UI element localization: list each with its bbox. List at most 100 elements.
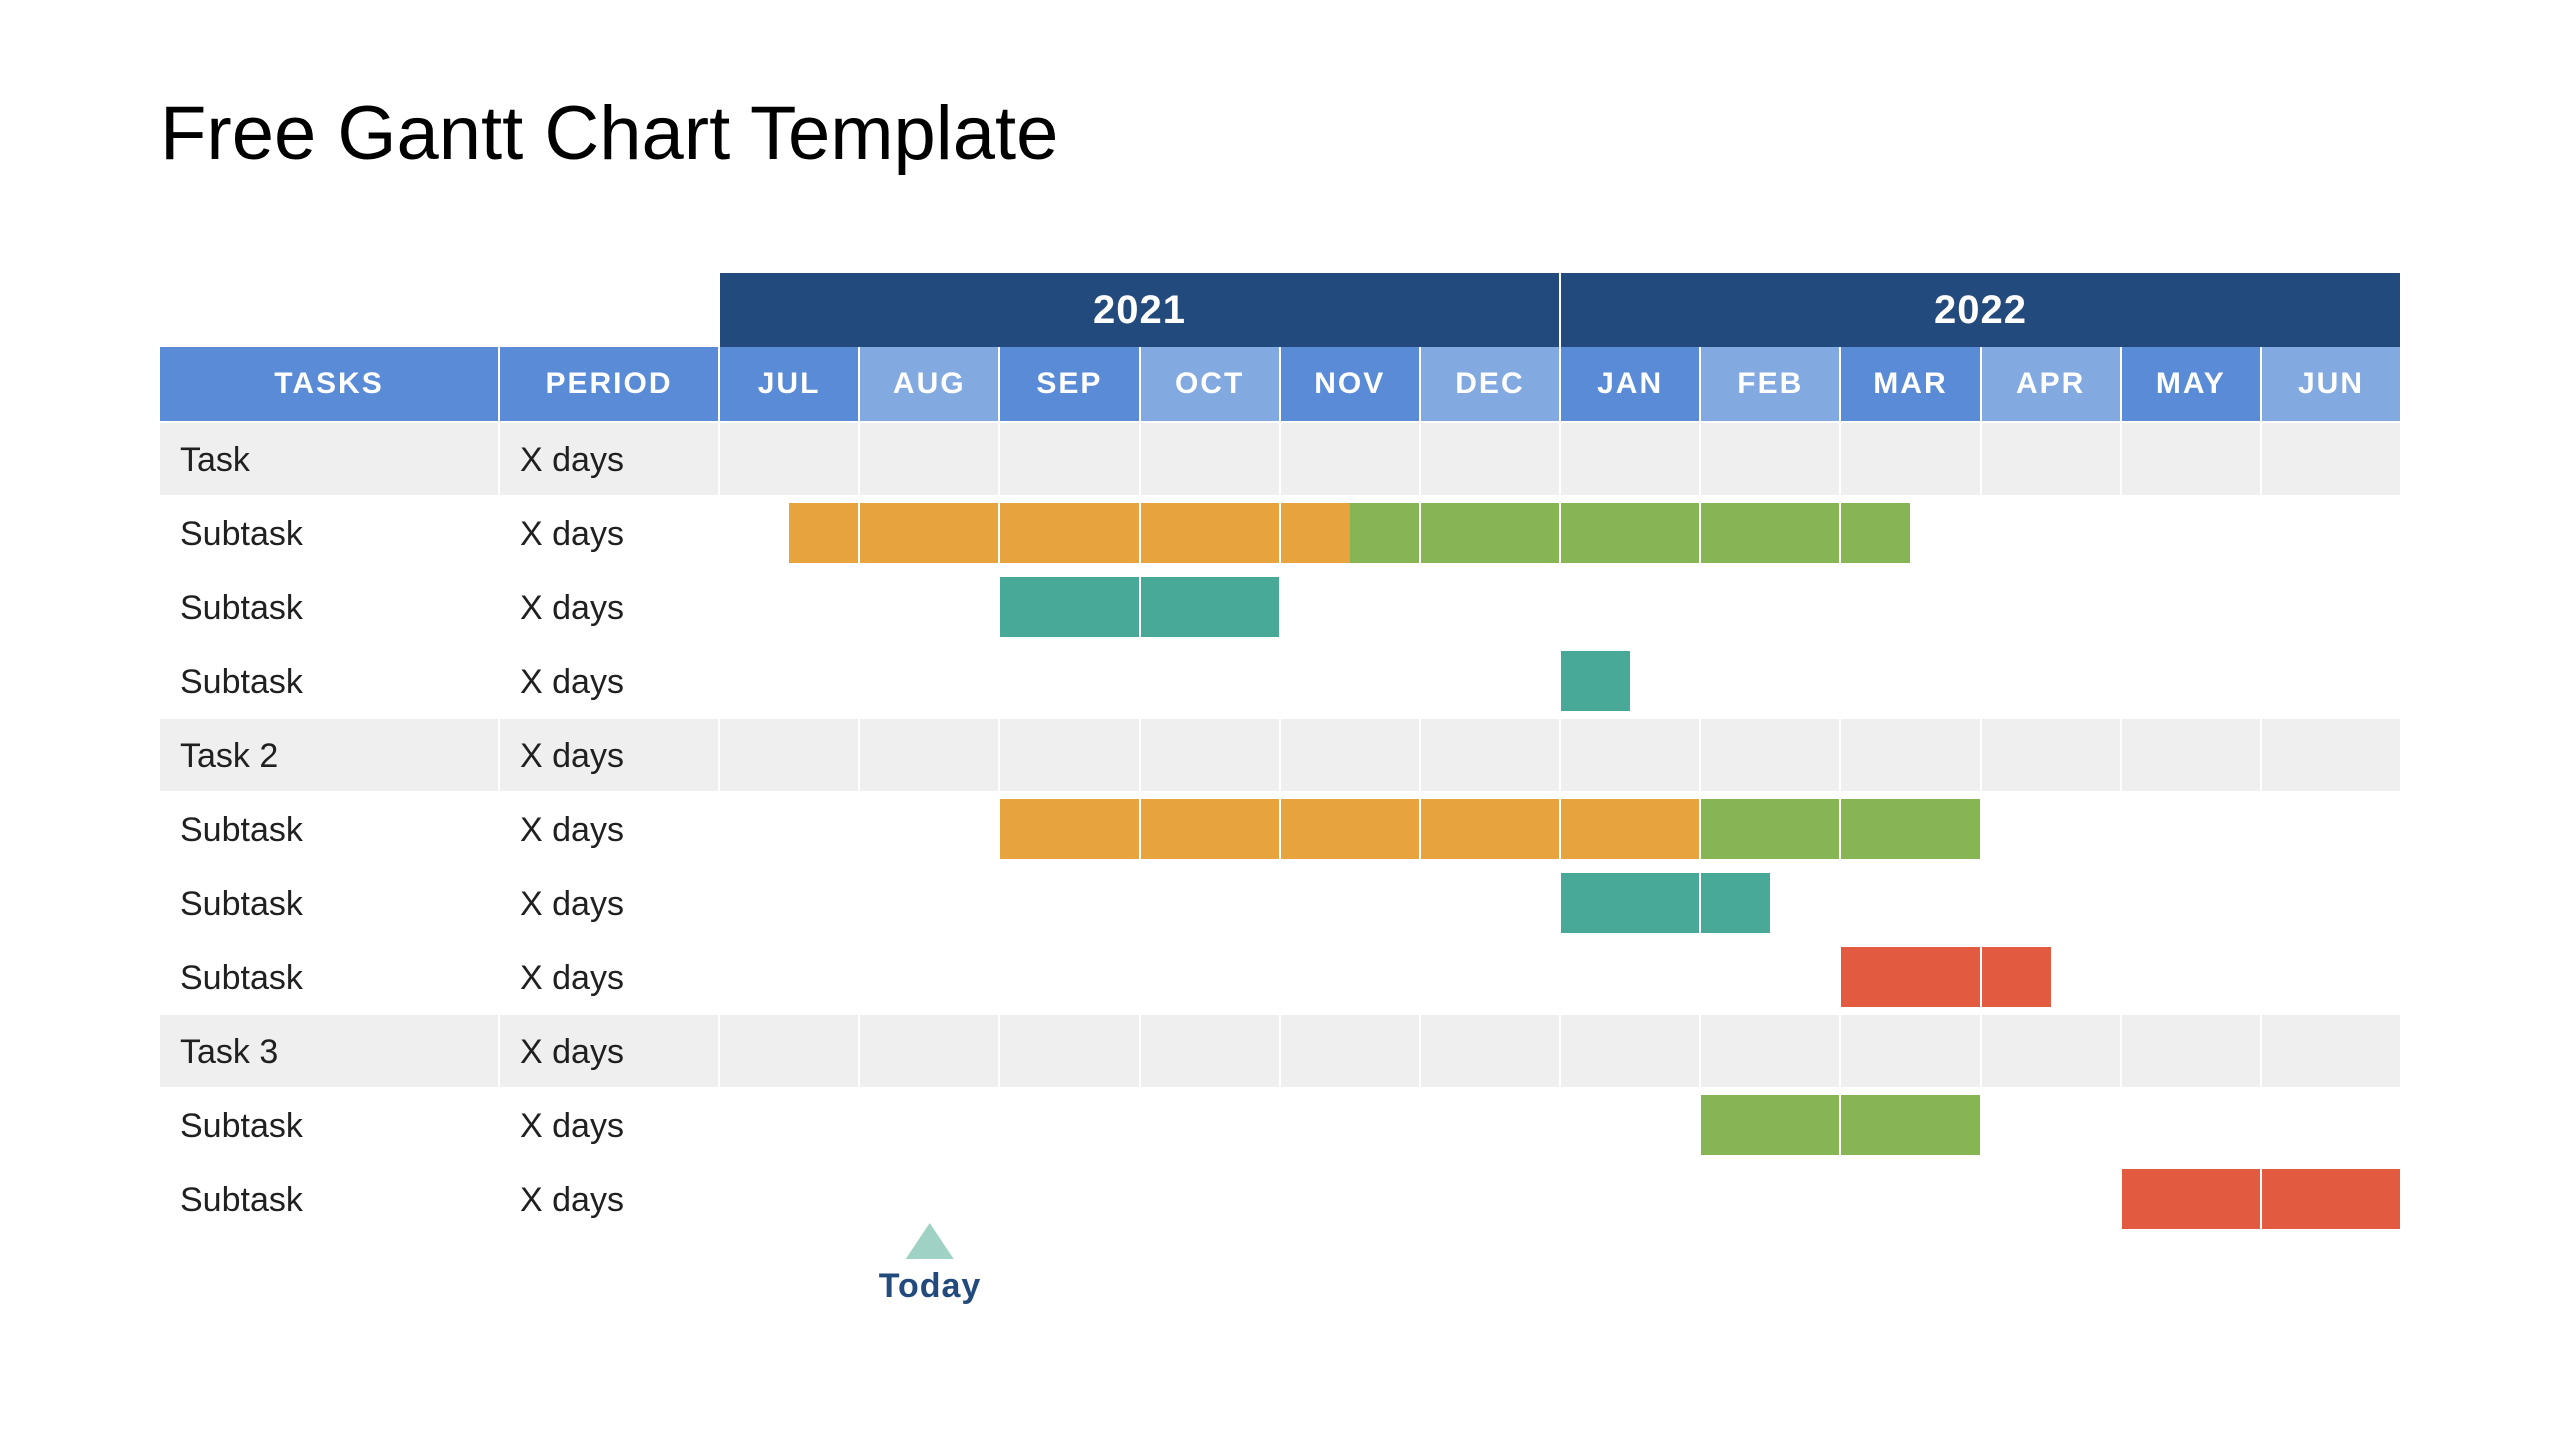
gantt-bar xyxy=(1561,651,1630,711)
task-group-row: Task 3X days xyxy=(160,1013,2400,1087)
period-label: X days xyxy=(500,421,720,495)
gantt-cell xyxy=(860,791,1000,865)
gantt-cell xyxy=(1701,421,1841,495)
gantt-cell xyxy=(1281,939,1421,1013)
gantt-cell xyxy=(1841,643,1981,717)
gantt-cell xyxy=(1561,1087,1701,1161)
gantt-cell xyxy=(2122,1087,2262,1161)
gantt-cell xyxy=(2122,1161,2262,1235)
gantt-cell xyxy=(1141,717,1281,791)
task-group-row: TaskX days xyxy=(160,421,2400,495)
gantt-bar xyxy=(2122,1169,2260,1229)
gantt-cell xyxy=(1982,939,2122,1013)
gantt-cell xyxy=(2262,421,2400,495)
task-label: Subtask xyxy=(160,791,500,865)
gantt-cell xyxy=(1141,569,1281,643)
period-label: X days xyxy=(500,717,720,791)
gantt-cell xyxy=(2122,495,2262,569)
header-spacer xyxy=(160,273,720,347)
gantt-cell xyxy=(1421,717,1561,791)
task-label: Subtask xyxy=(160,569,500,643)
gantt-cell xyxy=(1701,643,1841,717)
gantt-cell xyxy=(1841,1161,1981,1235)
gantt-cell xyxy=(2122,717,2262,791)
gantt-cell xyxy=(1141,865,1281,939)
gantt-cell xyxy=(2262,495,2400,569)
gantt-cell xyxy=(1281,1161,1421,1235)
gantt-cell xyxy=(1561,865,1701,939)
gantt-bar xyxy=(1982,947,2051,1007)
gantt-cell xyxy=(1421,1161,1561,1235)
subtask-row: SubtaskX days xyxy=(160,643,2400,717)
gantt-bar xyxy=(1561,873,1699,933)
gantt-cell xyxy=(2122,791,2262,865)
period-label: X days xyxy=(500,643,720,717)
gantt-bar xyxy=(1000,799,1138,859)
gantt-cell xyxy=(1841,865,1981,939)
period-label: X days xyxy=(500,569,720,643)
gantt-bar xyxy=(1561,503,1699,563)
gantt-bar xyxy=(1841,1095,1979,1155)
gantt-cell xyxy=(720,421,860,495)
gantt-cell xyxy=(1561,939,1701,1013)
task-label: Subtask xyxy=(160,643,500,717)
gantt-cell xyxy=(2262,643,2400,717)
subtask-row: SubtaskX days xyxy=(160,569,2400,643)
gantt-cell xyxy=(1141,1013,1281,1087)
gantt-cell xyxy=(1841,791,1981,865)
gantt-cell xyxy=(720,717,860,791)
header-month: NOV xyxy=(1281,347,1421,421)
header-month: JAN xyxy=(1561,347,1701,421)
period-label: X days xyxy=(500,791,720,865)
task-label: Task 2 xyxy=(160,717,500,791)
gantt-bar xyxy=(1141,577,1279,637)
period-label: X days xyxy=(500,939,720,1013)
gantt-bar xyxy=(1000,503,1138,563)
task-label: Task xyxy=(160,421,500,495)
gantt-cell xyxy=(860,495,1000,569)
today-marker: Today xyxy=(879,1223,982,1306)
header-month: MAY xyxy=(2122,347,2262,421)
gantt-cell xyxy=(1000,717,1140,791)
gantt-cell xyxy=(860,569,1000,643)
gantt-cell xyxy=(1000,1161,1140,1235)
gantt-cell xyxy=(1561,791,1701,865)
gantt-cell xyxy=(720,939,860,1013)
gantt-bar xyxy=(1350,503,1419,563)
gantt-bar xyxy=(789,503,858,563)
gantt-cell xyxy=(860,1087,1000,1161)
period-label: X days xyxy=(500,1013,720,1087)
gantt-cell xyxy=(1281,717,1421,791)
gantt-cell xyxy=(1000,939,1140,1013)
gantt-cell xyxy=(720,569,860,643)
gantt-cell xyxy=(720,865,860,939)
gantt-cell xyxy=(720,1013,860,1087)
header-period: PERIOD xyxy=(500,347,720,421)
header-month: JUN xyxy=(2262,347,2400,421)
gantt-bar xyxy=(1841,799,1979,859)
gantt-cell xyxy=(1841,569,1981,643)
gantt-cell xyxy=(1701,495,1841,569)
gantt-cell xyxy=(860,1013,1000,1087)
gantt-cell xyxy=(720,495,860,569)
gantt-cell xyxy=(1701,717,1841,791)
gantt-cell xyxy=(860,421,1000,495)
gantt-cell xyxy=(1701,791,1841,865)
gantt-cell xyxy=(860,717,1000,791)
gantt-bar xyxy=(1841,503,1910,563)
gantt-cell xyxy=(860,865,1000,939)
gantt-cell xyxy=(1561,717,1701,791)
gantt-cell xyxy=(1141,643,1281,717)
gantt-cell xyxy=(1281,791,1421,865)
gantt-cell xyxy=(1701,1161,1841,1235)
period-label: X days xyxy=(500,1087,720,1161)
header-tasks: TASKS xyxy=(160,347,500,421)
task-label: Subtask xyxy=(160,1161,500,1235)
gantt-cell xyxy=(1841,421,1981,495)
gantt-bar xyxy=(1701,799,1839,859)
task-group-row: Task 2X days xyxy=(160,717,2400,791)
gantt-cell xyxy=(1841,717,1981,791)
gantt-cell xyxy=(2262,865,2400,939)
gantt-bar xyxy=(1421,799,1559,859)
gantt-cell xyxy=(860,939,1000,1013)
